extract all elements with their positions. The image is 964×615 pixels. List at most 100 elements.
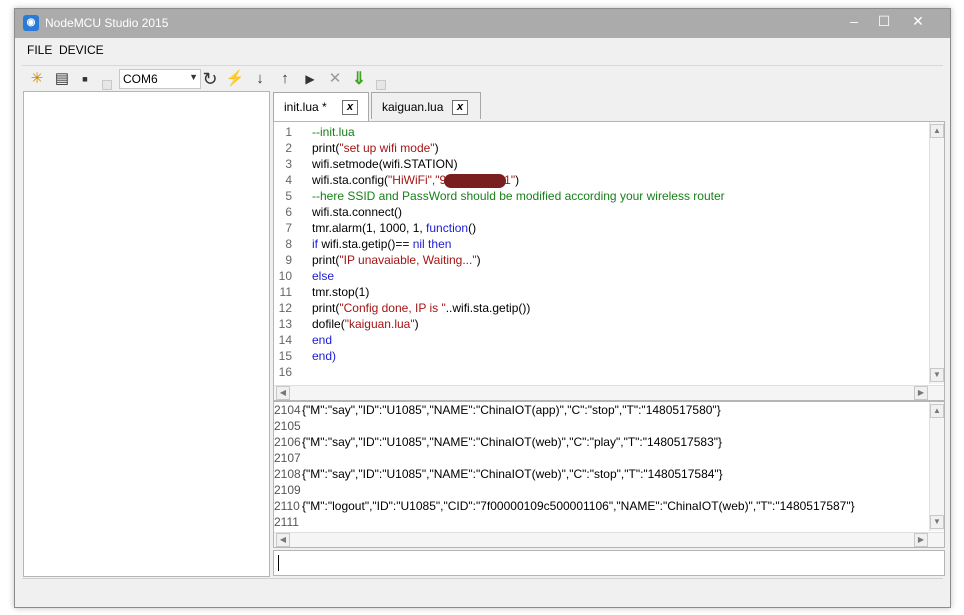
com-port-value: COM6 xyxy=(123,72,158,86)
code-line: wifi.sta.connect() xyxy=(312,204,402,220)
com-port-select[interactable]: COM6 ▼ xyxy=(119,69,201,89)
code-line: wifi.setmode(wifi.STATION) xyxy=(312,156,458,172)
status-bar xyxy=(22,578,943,601)
code-line: end) xyxy=(312,348,336,364)
code-token: function xyxy=(426,221,469,235)
redaction-mark xyxy=(444,173,507,188)
console-line-number: 2106 xyxy=(274,435,301,449)
console-line-number: 2107 xyxy=(274,451,301,465)
download-icon[interactable]: ↓ xyxy=(250,69,270,89)
refresh-icon[interactable]: ↻ xyxy=(200,69,220,89)
scroll-left-icon[interactable]: ◀ xyxy=(276,533,290,547)
console-line: {"M":"say","ID":"U1085","NAME":"ChinaIOT… xyxy=(302,403,721,417)
editor-vertical-scrollbar[interactable]: ▲ ▼ xyxy=(929,122,944,384)
line-number: 15 xyxy=(278,349,292,363)
tab-label: kaiguan.lua xyxy=(382,100,444,114)
console-line-number: 2104 xyxy=(274,403,301,417)
scroll-right-icon[interactable]: ▶ xyxy=(914,386,928,400)
text-caret xyxy=(278,555,279,571)
code-token: wifi.sta.getip()== xyxy=(318,237,413,251)
tab-init-lua[interactable]: init.lua * x xyxy=(273,92,369,121)
scroll-up-icon[interactable]: ▲ xyxy=(930,124,944,138)
new-file-icon[interactable]: ✳ xyxy=(27,69,47,89)
console-line-number: 2111 xyxy=(274,515,299,529)
code-token: tmr.alarm(1, 1000, 1, xyxy=(312,221,427,235)
save-icon[interactable]: ▪ xyxy=(75,69,95,89)
code-token: --here SSID and PassWord should be modif… xyxy=(312,189,725,203)
menu-bar: FILE DEVICE xyxy=(22,38,943,60)
scroll-right-icon[interactable]: ▶ xyxy=(914,533,928,547)
code-token: print( xyxy=(312,301,340,315)
connect-icon[interactable]: ⚡ xyxy=(225,69,245,89)
file-tree-pane[interactable] xyxy=(23,91,270,577)
code-token: end) xyxy=(312,349,337,363)
line-number: 4 xyxy=(285,173,292,187)
code-token: wifi.sta.config( xyxy=(312,173,389,187)
code-token: ) xyxy=(515,173,520,187)
minimize-button[interactable]: – xyxy=(837,9,871,33)
upload-icon[interactable]: ↑ xyxy=(275,69,295,89)
code-line: else xyxy=(312,268,334,284)
command-input[interactable] xyxy=(273,550,945,576)
scroll-up-icon[interactable]: ▲ xyxy=(930,404,944,418)
code-line: print("set up wifi mode") xyxy=(312,140,439,156)
tab-close-icon[interactable]: x xyxy=(342,100,358,115)
code-line: print("Config done, IP is "..wifi.sta.ge… xyxy=(312,300,530,316)
line-number: 12 xyxy=(278,301,292,315)
serial-console[interactable]: 2104 {"M":"say","ID":"U1085","NAME":"Chin… xyxy=(273,401,945,548)
line-number: 7 xyxy=(285,221,292,235)
code-token: ) xyxy=(434,141,439,155)
console-line: {"M":"say","ID":"U1085","NAME":"ChinaIOT… xyxy=(302,435,723,449)
code-line: tmr.alarm(1, 1000, 1, function() xyxy=(312,220,476,236)
line-number: 6 xyxy=(285,205,292,219)
burn-icon[interactable]: ⇓ xyxy=(349,69,369,89)
menu-device[interactable]: DEVICE xyxy=(59,43,104,57)
code-token: 1" xyxy=(504,173,516,187)
editor-horizontal-scrollbar[interactable]: ◀ ▶ xyxy=(274,385,944,400)
window-title: NodeMCU Studio 2015 xyxy=(45,16,169,30)
code-token: --init.lua xyxy=(312,125,355,139)
tab-close-icon[interactable]: x xyxy=(452,100,468,115)
scroll-down-icon[interactable]: ▼ xyxy=(930,515,944,529)
code-token: "Config done, IP is " xyxy=(339,301,446,315)
code-token: ) xyxy=(476,253,481,267)
console-horizontal-scrollbar[interactable]: ◀ ▶ xyxy=(274,532,944,547)
scroll-left-icon[interactable]: ◀ xyxy=(276,386,290,400)
code-token: end xyxy=(312,333,333,347)
menu-file[interactable]: FILE xyxy=(27,43,52,57)
code-line: end xyxy=(312,332,332,348)
toolbar-separator xyxy=(376,80,386,90)
console-line: {"M":"logout","ID":"U1085","CID":"7f0000… xyxy=(302,499,855,513)
console-line-number: 2110 xyxy=(274,499,300,513)
line-number: 3 xyxy=(285,157,292,171)
code-token: else xyxy=(312,269,335,283)
code-token: wifi.sta.connect() xyxy=(312,205,403,219)
line-number: 5 xyxy=(285,189,292,203)
code-token: ..wifi.sta.getip()) xyxy=(445,301,531,315)
console-line-number: 2105 xyxy=(274,419,301,433)
console-line-number: 2108 xyxy=(274,467,301,481)
app-window: ◉ NodeMCU Studio 2015 – ☐ ✕ FILE DEVICE … xyxy=(14,8,951,608)
line-number: 11 xyxy=(279,285,292,299)
close-button[interactable]: ✕ xyxy=(901,9,935,33)
console-vertical-scrollbar[interactable]: ▲ ▼ xyxy=(929,402,944,531)
title-bar[interactable]: ◉ NodeMCU Studio 2015 – ☐ ✕ xyxy=(15,9,950,38)
line-number: 9 xyxy=(285,253,292,267)
stop-icon[interactable]: ✕ xyxy=(325,69,345,89)
run-icon[interactable]: ▶ xyxy=(300,69,320,89)
line-number: 1 xyxy=(285,125,292,139)
chevron-down-icon: ▼ xyxy=(189,72,198,82)
code-editor[interactable]: 1 --init.lua 2 print("set up wifi mode") 3 wi… xyxy=(273,121,945,401)
open-file-icon[interactable]: ▤ xyxy=(52,69,72,89)
line-number: 8 xyxy=(285,237,292,251)
line-number: 2 xyxy=(285,141,292,155)
code-token: ) xyxy=(414,317,419,331)
line-number: 14 xyxy=(278,333,292,347)
tab-kaiguan-lua[interactable]: kaiguan.lua x xyxy=(371,92,481,119)
maximize-button[interactable]: ☐ xyxy=(867,9,901,33)
scroll-down-icon[interactable]: ▼ xyxy=(930,368,944,382)
code-token: dofile( xyxy=(312,317,345,331)
editor-tabs: init.lua * x kaiguan.lua x xyxy=(273,91,943,121)
tab-label: init.lua * xyxy=(284,100,327,114)
code-line: --here SSID and PassWord should be modif… xyxy=(312,188,725,204)
